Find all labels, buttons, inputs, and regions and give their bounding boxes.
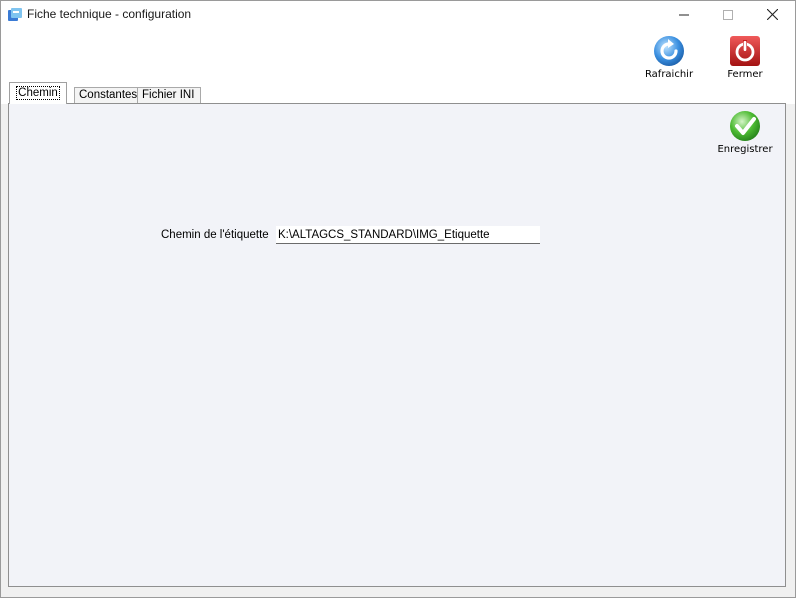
close-app-button[interactable]: Fermer [717, 35, 773, 80]
tab-fichier-ini[interactable]: Fichier INI [137, 87, 201, 103]
minimize-icon [679, 14, 689, 15]
tab-label: Constantes [79, 89, 138, 101]
tab-label: Fichier INI [142, 89, 195, 101]
tab-panel-chemin: Enregistrer Chemin de l'étiquette [8, 103, 786, 587]
checkmark-icon [730, 111, 760, 141]
save-label: Enregistrer [717, 144, 773, 155]
refresh-icon [654, 36, 684, 66]
close-icon [766, 9, 778, 20]
tab-constantes[interactable]: Constantes [74, 87, 139, 103]
power-icon [730, 36, 760, 66]
save-button[interactable]: Enregistrer [713, 110, 777, 155]
app-window: Fiche technique - configuration Rafraich… [0, 0, 796, 598]
close-label: Fermer [727, 69, 763, 80]
path-label: Chemin de l'étiquette [161, 229, 269, 241]
tab-chemin[interactable]: Chemin [9, 82, 67, 104]
toolbar: Rafraichir Fermer [1, 28, 795, 80]
close-window-button[interactable] [749, 1, 795, 28]
title-bar[interactable]: Fiche technique - configuration [1, 1, 795, 28]
minimize-button[interactable] [661, 1, 707, 28]
maximize-button[interactable] [705, 1, 751, 28]
app-icon[interactable] [7, 7, 23, 23]
tab-strip: Chemin Constantes Fichier INI [1, 80, 795, 104]
maximize-icon [723, 9, 733, 20]
tab-label: Chemin [16, 86, 60, 100]
refresh-button[interactable]: Rafraichir [637, 35, 701, 80]
window-title: Fiche technique - configuration [27, 7, 192, 21]
refresh-label: Rafraichir [644, 69, 694, 80]
label-path-input[interactable] [276, 226, 540, 244]
